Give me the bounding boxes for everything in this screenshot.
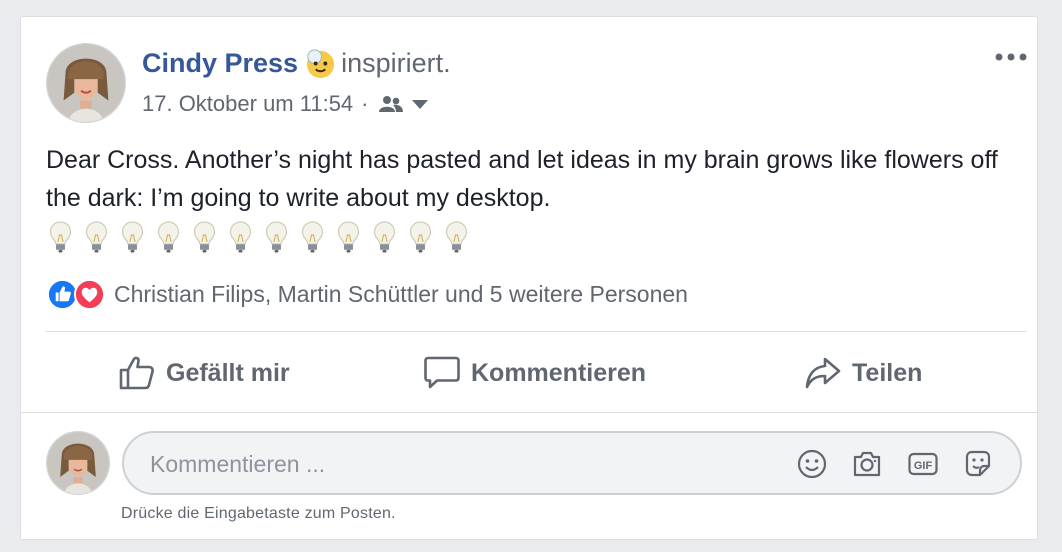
light-bulb-icon <box>373 221 396 253</box>
sticker-icon[interactable] <box>962 448 994 480</box>
feeling-text: inspiriert. <box>341 48 451 78</box>
current-user-avatar-image <box>47 432 109 494</box>
comment-icon <box>424 356 460 389</box>
light-bulb-icon <box>445 221 468 253</box>
post-meta: 17. Oktober um 11:54 · <box>142 91 429 117</box>
svg-text:GIF: GIF <box>914 460 933 472</box>
post-card: Cindy Press inspiriert. 17. Oktober um 1… <box>20 16 1038 540</box>
share-button[interactable]: Teilen <box>804 351 922 395</box>
like-button-label: Gefällt mir <box>166 358 290 387</box>
love-icon <box>73 278 106 310</box>
light-bulb-icon <box>301 221 324 253</box>
light-bulb-icon <box>337 221 360 253</box>
reaction-names[interactable]: Christian Filips, Martin Schüttler und 5… <box>114 281 688 308</box>
camera-icon[interactable] <box>851 448 883 480</box>
light-bulb-icon <box>85 221 108 253</box>
share-arrow-icon <box>805 357 841 389</box>
light-bulb-icon <box>265 221 288 253</box>
meta-separator: · <box>361 91 369 116</box>
gif-icon[interactable]: GIF <box>907 448 939 480</box>
author-name[interactable]: Cindy Press <box>142 48 298 79</box>
divider <box>21 412 1037 413</box>
comment-input[interactable] <box>148 433 712 495</box>
light-bulb-emoji-row <box>48 220 469 254</box>
inspired-emoji-icon <box>306 49 335 79</box>
more-options-icon[interactable] <box>991 47 1031 67</box>
friends-icon[interactable] <box>377 94 405 114</box>
smiley-icon[interactable] <box>796 448 828 480</box>
light-bulb-icon <box>49 221 72 253</box>
post-text: Dear Cross. Another’s night has pasted a… <box>46 146 998 212</box>
comment-composer[interactable]: GIF <box>122 431 1022 495</box>
thumbs-up-icon <box>119 356 154 390</box>
reactions-bar[interactable]: Christian Filips, Martin Schüttler und 5… <box>46 277 688 311</box>
light-bulb-icon <box>409 221 432 253</box>
comment-button-label: Kommentieren <box>471 358 647 387</box>
author-avatar-image <box>47 44 125 122</box>
current-user-avatar[interactable] <box>46 431 110 495</box>
post-header-line: Cindy Press inspiriert. <box>142 47 451 80</box>
light-bulb-icon <box>229 221 252 253</box>
chevron-down-icon[interactable] <box>411 98 429 110</box>
author-avatar[interactable] <box>46 43 126 123</box>
light-bulb-icon <box>193 221 216 253</box>
divider <box>46 331 1026 332</box>
light-bulb-icon <box>157 221 180 253</box>
comment-button[interactable]: Kommentieren <box>423 351 646 395</box>
comment-hint: Drücke die Eingabetaste zum Posten. <box>121 505 396 522</box>
like-button[interactable]: Gefällt mir <box>118 351 290 395</box>
post-timestamp[interactable]: 17. Oktober um 11:54 <box>142 91 353 117</box>
share-button-label: Teilen <box>852 358 923 387</box>
light-bulb-icon <box>121 221 144 253</box>
